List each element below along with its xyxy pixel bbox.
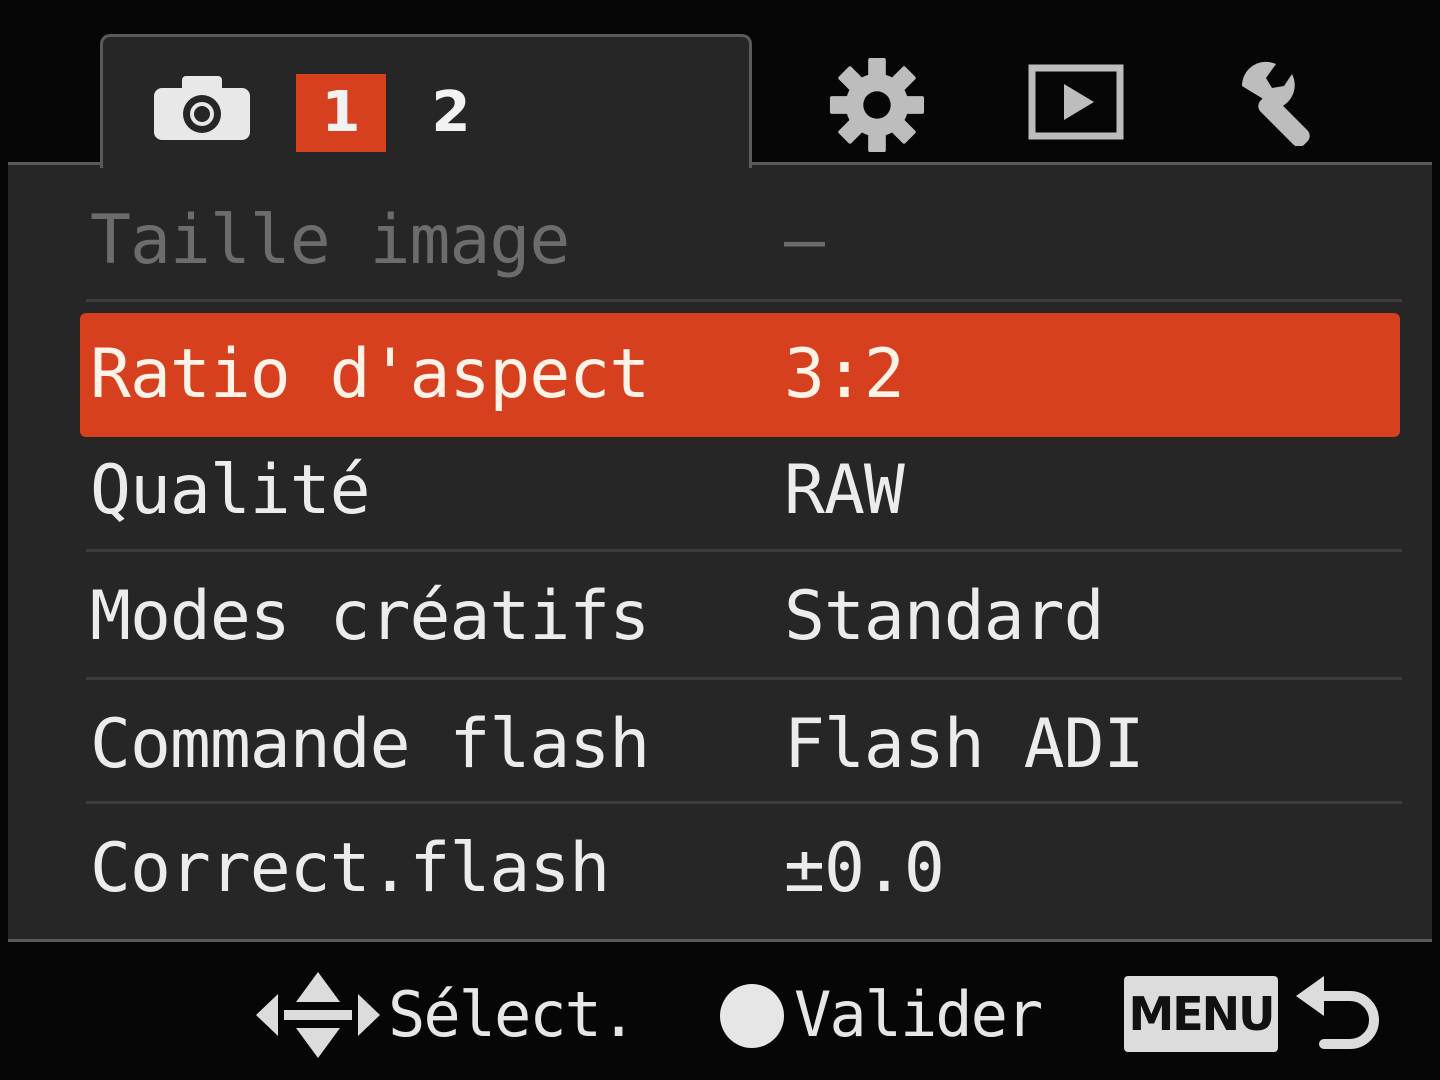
menu-panel: Taille image – Ratio d'aspect 3:2 Qualit… bbox=[8, 162, 1432, 942]
menu-row-label: Commande flash bbox=[90, 705, 650, 784]
select-hint-label: Sélect. bbox=[388, 978, 637, 1051]
camera-icon bbox=[154, 76, 250, 140]
divider bbox=[86, 801, 1402, 804]
menu-row-value: ±0.0 bbox=[784, 829, 945, 908]
menu-row-value: Standard bbox=[784, 577, 1105, 656]
return-arrow-icon bbox=[1296, 976, 1379, 1049]
menu-row-label: Taille image bbox=[90, 201, 570, 280]
divider bbox=[86, 677, 1402, 680]
menu-row-value: – bbox=[784, 201, 825, 280]
menu-row-label: Modes créatifs bbox=[90, 577, 650, 656]
menu-row-ratio-aspect[interactable]: Ratio d'aspect 3:2 bbox=[80, 313, 1400, 437]
menu-row-label: Ratio d'aspect bbox=[90, 335, 650, 414]
menu-row-qualite[interactable]: Qualité RAW bbox=[80, 429, 1400, 553]
footer-hints: Sélect. Valider MENU bbox=[0, 950, 1440, 1080]
tab-page-1[interactable]: 1 bbox=[296, 74, 386, 152]
divider bbox=[86, 549, 1402, 552]
camera-menu-screen: 1 2 Taille image – Ratio d'aspect 3:2 Qu… bbox=[0, 0, 1440, 1080]
gear-icon[interactable] bbox=[828, 56, 926, 154]
four-way-arrows-icon bbox=[256, 972, 380, 1058]
validate-hint-label: Valider bbox=[794, 978, 1043, 1051]
menu-row-modes-creatifs[interactable]: Modes créatifs Standard bbox=[80, 555, 1400, 679]
play-icon[interactable] bbox=[1028, 64, 1124, 140]
menu-row-commande-flash[interactable]: Commande flash Flash ADI bbox=[80, 683, 1400, 807]
menu-row-taille-image: Taille image – bbox=[80, 179, 1400, 303]
menu-row-value: 3:2 bbox=[784, 335, 905, 414]
menu-row-label: Qualité bbox=[90, 451, 371, 530]
menu-row-value: RAW bbox=[784, 451, 905, 530]
tab-page-2[interactable]: 2 bbox=[406, 74, 496, 152]
divider bbox=[86, 299, 1402, 302]
menu-row-correct-flash[interactable]: Correct.flash ±0.0 bbox=[80, 807, 1400, 931]
menu-row-label: Correct.flash bbox=[90, 829, 610, 908]
menu-button-badge: MENU bbox=[1124, 976, 1278, 1052]
center-button-icon bbox=[720, 984, 784, 1048]
menu-row-value: Flash ADI bbox=[784, 705, 1144, 784]
wrench-icon[interactable] bbox=[1232, 56, 1328, 146]
